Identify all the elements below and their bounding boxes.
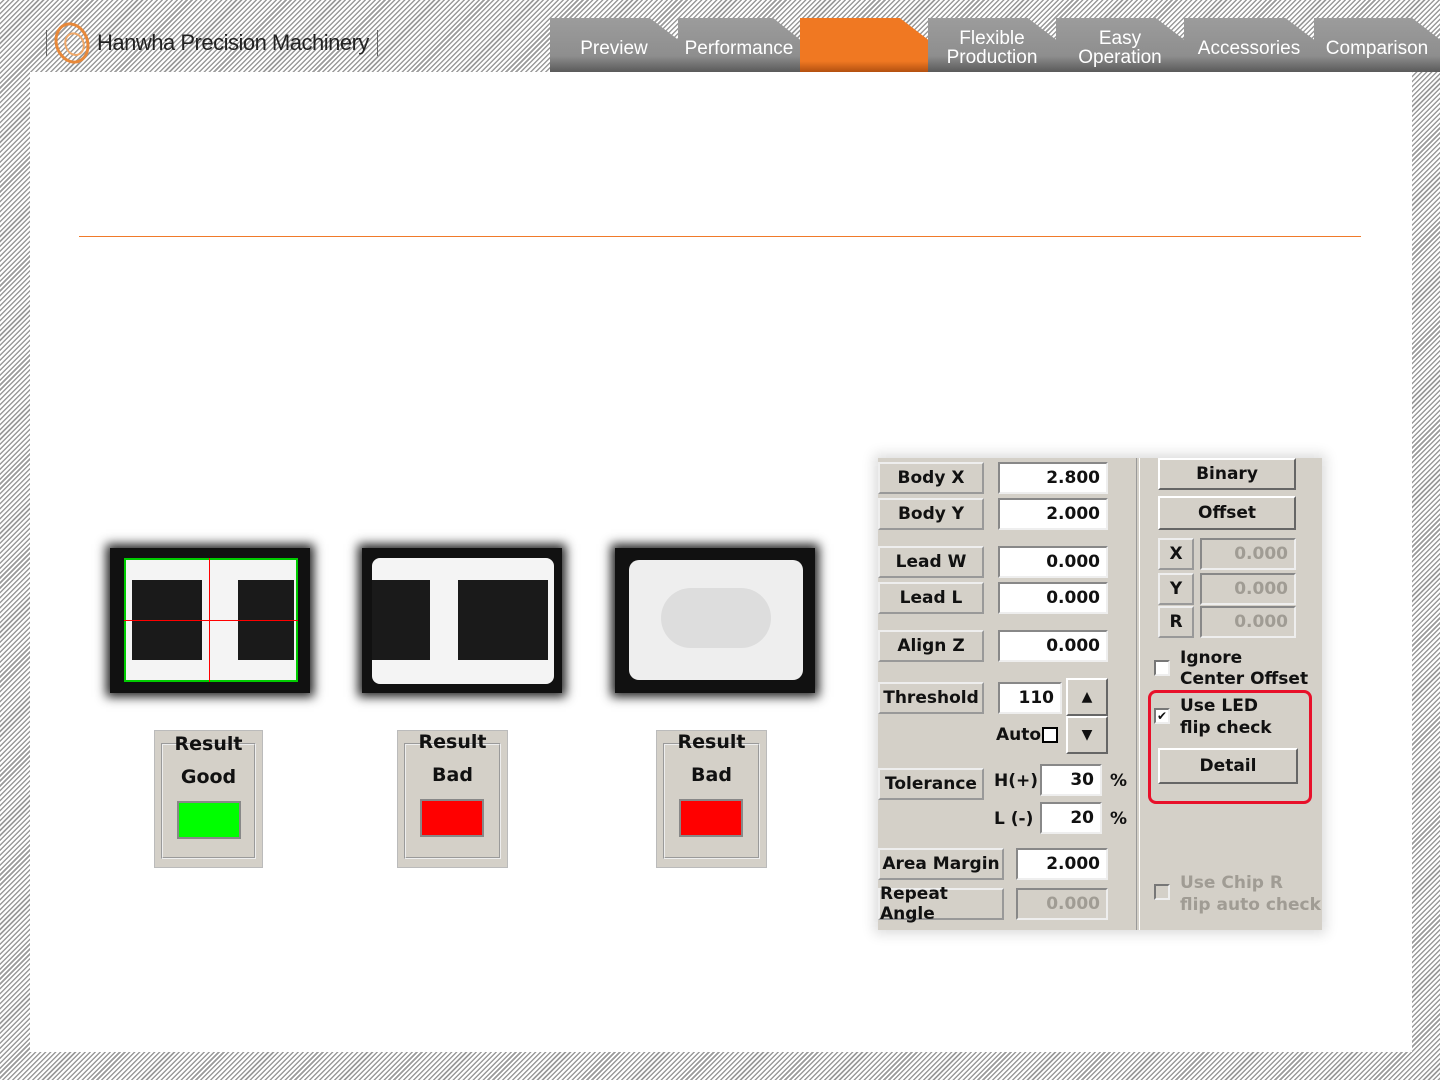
repeat-angle-label: Repeat Angle <box>878 884 1004 924</box>
offset-x-input: 0.000 <box>1200 538 1296 570</box>
panel-divider <box>1136 458 1140 930</box>
auto-label: Auto <box>996 725 1042 745</box>
auto-checkbox[interactable] <box>1042 727 1058 743</box>
brand-name: Hanwha Precision Machinery <box>97 30 369 55</box>
result-indicator <box>420 799 484 837</box>
led-flip-label-2: flip check <box>1180 718 1272 738</box>
lead-w-label: Lead W <box>878 546 984 578</box>
align-z-label: Align Z <box>878 630 984 662</box>
offset-y-label: Y <box>1158 573 1194 605</box>
result-status: Bad <box>691 764 732 786</box>
lead-l-label: Lead L <box>878 582 984 614</box>
threshold-down-button[interactable]: ▼ <box>1066 716 1108 754</box>
align-z-input[interactable]: 0.000 <box>998 630 1108 662</box>
tolerance-label: Tolerance <box>878 768 984 800</box>
result-status: Bad <box>432 764 473 786</box>
result-indicator <box>177 801 241 839</box>
percent-unit: % <box>1110 771 1128 791</box>
tab-accessories[interactable]: Accessories <box>1184 18 1314 72</box>
result-good: Result Good <box>154 730 263 868</box>
tolerance-l-input[interactable]: 20 <box>1040 802 1102 834</box>
hanwha-logo-icon <box>48 17 96 69</box>
threshold-input[interactable]: 110 <box>998 682 1062 714</box>
result-status: Good <box>180 766 237 788</box>
divider <box>46 30 47 56</box>
result-title: Result <box>174 733 243 755</box>
body-x-label: Body X <box>878 462 984 494</box>
inspection-settings-panel: Body X 2.800 Body Y 2.000 Lead W 0.000 L… <box>878 458 1322 930</box>
arrow-down-icon: ▼ <box>1081 727 1093 743</box>
checkmark-icon: ✔ <box>1156 709 1168 723</box>
chip-r-label-2: flip auto check <box>1180 895 1321 915</box>
title-underline <box>79 236 1361 237</box>
percent-unit: % <box>1110 809 1128 829</box>
arrow-up-icon: ▲ <box>1081 689 1093 705</box>
chip-r-label-1: Use Chip R <box>1180 873 1283 893</box>
area-margin-label: Area Margin <box>878 848 1004 880</box>
tolerance-h-input[interactable]: 30 <box>1040 764 1102 796</box>
tolerance-h-label: H(+) <box>994 771 1039 791</box>
tolerance-l-label: L (-) <box>994 809 1034 829</box>
threshold-label: Threshold <box>878 682 984 714</box>
lead-l-input[interactable]: 0.000 <box>998 582 1108 614</box>
lead-w-input[interactable]: 0.000 <box>998 546 1108 578</box>
tab-comparison[interactable]: Comparison <box>1314 18 1440 72</box>
result-indicator <box>679 799 743 837</box>
detail-button[interactable]: Detail <box>1158 748 1298 784</box>
chip-image-bad-2 <box>615 548 815 693</box>
led-flip-label-1: Use LED <box>1180 696 1258 716</box>
nav-tabs: Preview Performance Flexible Production … <box>550 18 1440 72</box>
tab-easy-operation[interactable]: Easy Operation <box>1056 18 1184 72</box>
chip-image-good <box>110 548 310 693</box>
offset-r-label: R <box>1158 606 1194 638</box>
ignore-center-label-2: Center Offset <box>1180 669 1309 689</box>
divider <box>376 30 378 56</box>
offset-button[interactable]: Offset <box>1158 496 1296 530</box>
tab-active[interactable] <box>800 18 928 72</box>
body-y-label: Body Y <box>878 498 984 530</box>
chip-image-bad-1 <box>362 548 562 693</box>
offset-y-input: 0.000 <box>1200 573 1296 605</box>
body-y-input[interactable]: 2.000 <box>998 498 1108 530</box>
result-bad-1: Result Bad <box>397 730 508 868</box>
ignore-center-label-1: Ignore <box>1180 648 1243 668</box>
repeat-angle-input: 0.000 <box>1016 888 1108 920</box>
result-title: Result <box>418 731 487 753</box>
result-title: Result <box>677 731 746 753</box>
result-bad-2: Result Bad <box>656 730 767 868</box>
offset-r-input: 0.000 <box>1200 606 1296 638</box>
tab-performance[interactable]: Performance <box>678 18 800 72</box>
chip-r-flip-checkbox <box>1154 884 1170 900</box>
tab-preview[interactable]: Preview <box>550 18 678 72</box>
area-margin-input[interactable]: 2.000 <box>1016 848 1108 880</box>
ignore-center-offset-checkbox[interactable] <box>1154 660 1170 676</box>
offset-x-label: X <box>1158 538 1194 570</box>
body-x-input[interactable]: 2.800 <box>998 462 1108 494</box>
binary-button[interactable]: Binary <box>1158 458 1296 490</box>
tab-flexible-production[interactable]: Flexible Production <box>928 18 1056 72</box>
led-flip-check-checkbox[interactable]: ✔ <box>1154 708 1170 724</box>
threshold-up-button[interactable]: ▲ <box>1066 678 1108 716</box>
brand-logo[interactable]: Hanwha Precision Machinery <box>46 17 378 69</box>
